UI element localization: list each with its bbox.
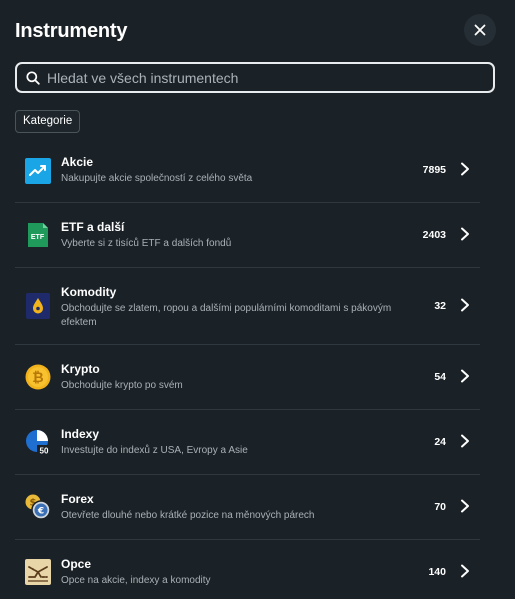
search-input[interactable] bbox=[40, 64, 493, 91]
svg-text:ETF: ETF bbox=[31, 234, 45, 241]
category-text: Indexy Investujte do indexů z USA, Evrop… bbox=[61, 427, 400, 458]
close-button[interactable] bbox=[464, 14, 496, 46]
category-name: Opce bbox=[61, 557, 92, 571]
category-row-akcie[interactable]: Akcie Nakupujte akcie společností z celé… bbox=[15, 138, 480, 203]
category-text: ETF a další Vyberte si z tisíců ETF a da… bbox=[61, 220, 400, 251]
category-description: Otevřete dlouhé nebo krátké pozice na mě… bbox=[61, 510, 315, 521]
index-gauge-icon: 50 bbox=[26, 430, 51, 456]
category-text: Akcie Nakupujte akcie společností z celé… bbox=[61, 155, 400, 186]
category-row-forex[interactable]: $ € Forex Otevřete dlouhé nebo krátké po… bbox=[15, 475, 480, 540]
category-row-etf[interactable]: ETF ETF a další Vyberte si z tisíců ETF … bbox=[15, 203, 480, 268]
category-text: Forex Otevřete dlouhé nebo krátké pozice… bbox=[61, 492, 400, 523]
category-text: Krypto Obchodujte krypto po svém bbox=[61, 362, 400, 393]
category-description: Obchodujte se zlatem, ropou a dalšími po… bbox=[61, 303, 392, 328]
category-count: 24 bbox=[434, 436, 446, 448]
category-description: Nakupujte akcie společností z celého svě… bbox=[61, 173, 253, 184]
category-count: 54 bbox=[434, 371, 446, 383]
category-count: 140 bbox=[428, 566, 446, 578]
category-row-krypto[interactable]: ₿ Krypto Obchodujte krypto po svém 54 bbox=[15, 345, 480, 410]
svg-text:₿: ₿ bbox=[32, 370, 43, 386]
category-name: Krypto bbox=[61, 362, 100, 376]
chevron-right-icon bbox=[461, 162, 469, 176]
category-name: Forex bbox=[61, 492, 94, 506]
chevron-right-icon bbox=[461, 564, 469, 578]
category-filter-chip[interactable]: Kategorie bbox=[15, 110, 81, 133]
chevron-right-icon bbox=[461, 298, 469, 312]
chevron-right-icon bbox=[461, 227, 469, 241]
category-list: Akcie Nakupujte akcie společností z celé… bbox=[15, 138, 480, 599]
category-count: 7895 bbox=[422, 164, 446, 176]
category-description: Investujte do indexů z USA, Evropy a Asi… bbox=[61, 445, 248, 456]
stocks-trend-icon bbox=[25, 158, 51, 184]
chevron-right-icon bbox=[461, 499, 469, 513]
bitcoin-icon: ₿ bbox=[25, 364, 51, 390]
category-name: ETF a další bbox=[61, 220, 125, 234]
oil-drop-icon bbox=[26, 293, 50, 319]
chevron-right-icon bbox=[461, 369, 469, 383]
category-text: Opce Opce na akcie, indexy a komodity bbox=[61, 557, 400, 588]
category-count: 32 bbox=[434, 300, 446, 312]
category-name: Akcie bbox=[61, 155, 94, 169]
category-name: Indexy bbox=[61, 427, 100, 441]
category-count: 70 bbox=[434, 501, 446, 513]
search-icon bbox=[26, 70, 40, 85]
options-payoff-icon bbox=[25, 559, 51, 585]
svg-text:€: € bbox=[37, 507, 44, 517]
category-row-opce[interactable]: Opce Opce na akcie, indexy a komodity 14… bbox=[15, 540, 480, 599]
close-icon bbox=[474, 24, 486, 36]
header: Instrumenty bbox=[15, 14, 500, 46]
category-text: Komodity Obchodujte se zlatem, ropou a d… bbox=[61, 285, 400, 330]
category-description: Obchodujte krypto po svém bbox=[61, 380, 183, 391]
chevron-right-icon bbox=[461, 434, 469, 448]
page-title: Instrumenty bbox=[15, 20, 128, 42]
svg-text:50: 50 bbox=[40, 447, 49, 456]
currency-exchange-icon: $ € bbox=[25, 494, 51, 520]
instruments-panel: Instrumenty Kategorie Akcie Nakupujte ak… bbox=[0, 0, 515, 599]
category-description: Vyberte si z tisíců ETF a dalších fondů bbox=[61, 238, 232, 249]
category-description: Opce na akcie, indexy a komodity bbox=[61, 575, 211, 586]
category-count: 2403 bbox=[422, 229, 446, 241]
category-name: Komodity bbox=[61, 285, 117, 299]
etf-icon: ETF bbox=[28, 223, 48, 247]
category-row-komodity[interactable]: Komodity Obchodujte se zlatem, ropou a d… bbox=[15, 268, 480, 345]
category-row-indexy[interactable]: 50 Indexy Investujte do indexů z USA, Ev… bbox=[15, 410, 480, 475]
search-box[interactable] bbox=[15, 62, 495, 93]
